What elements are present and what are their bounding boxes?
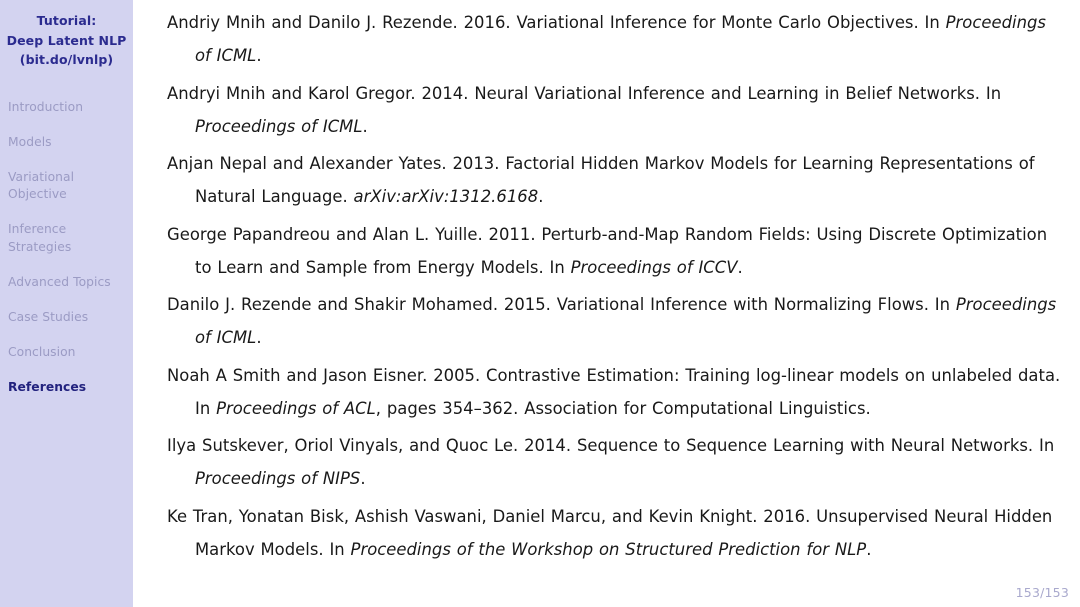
reference-text: . bbox=[737, 257, 743, 277]
sidebar-item-conclusion[interactable]: Conclusion bbox=[8, 344, 129, 362]
sidebar-section-list: Introduction Models Variational Objective I… bbox=[0, 99, 133, 397]
reference-entry: Ilya Sutskever, Oriol Vinyals, and Quoc … bbox=[167, 429, 1062, 495]
reference-text: . bbox=[256, 46, 262, 65]
sidebar-item-advanced-topics[interactable]: Advanced Topics bbox=[8, 274, 129, 292]
reference-text: Andryi Mnih and Karol Gregor. 2014. Neur… bbox=[167, 83, 1002, 103]
reference-venue: Proceedings of NIPS bbox=[195, 469, 361, 488]
page-number: 153/153 bbox=[1015, 585, 1069, 600]
sidebar-navigation: Tutorial: Deep Latent NLP (bit.do/lvnlp) I… bbox=[0, 0, 133, 607]
reference-venue: Proceedings of ICCV bbox=[570, 257, 738, 277]
reference-text: . bbox=[538, 187, 544, 206]
reference-entry: George Papandreou and Alan L. Yuille. 20… bbox=[167, 218, 1062, 284]
reference-entry: Anjan Nepal and Alexander Yates. 2013. F… bbox=[167, 147, 1062, 213]
sidebar-item-introduction[interactable]: Introduction bbox=[8, 99, 129, 117]
reference-text: . bbox=[866, 539, 872, 559]
reference-venue: Proceedings of ICML bbox=[195, 116, 363, 136]
sidebar-item-models[interactable]: Models bbox=[8, 134, 129, 152]
reference-text: Anjan Nepal and Alexander Yates. 2013. F… bbox=[167, 154, 1035, 206]
presentation-slide: Tutorial: Deep Latent NLP (bit.do/lvnlp) I… bbox=[0, 0, 1080, 607]
reference-entry: Danilo J. Rezende and Shakir Mohamed. 20… bbox=[167, 288, 1062, 354]
presentation-title-line-1: Deep Latent NLP bbox=[6, 32, 127, 48]
sidebar-item-variational-objective[interactable]: Variational Objective bbox=[8, 169, 129, 204]
reference-venue: Proceedings of ACL bbox=[216, 398, 376, 418]
reference-venue: arXiv:arXiv:1312.6168 bbox=[353, 187, 539, 206]
reference-text: , pages 354–362. Association for Computa… bbox=[375, 398, 871, 418]
sidebar-item-inference-strategies[interactable]: Inference Strategies bbox=[8, 221, 129, 256]
slide-content: Andriy Mnih and Danilo J. Rezende. 2016.… bbox=[133, 0, 1080, 607]
sidebar-item-case-studies[interactable]: Case Studies bbox=[8, 309, 129, 327]
sidebar-item-references[interactable]: References bbox=[8, 379, 129, 397]
reference-entry: Ke Tran, Yonatan Bisk, Ashish Vaswani, D… bbox=[167, 500, 1062, 566]
reference-text: . bbox=[256, 328, 262, 347]
reference-text: Ilya Sutskever, Oriol Vinyals, and Quoc … bbox=[167, 436, 1055, 455]
reference-entry: Noah A Smith and Jason Eisner. 2005. Con… bbox=[167, 359, 1062, 425]
reference-venue: Proceedings of the Workshop on Structure… bbox=[350, 539, 867, 559]
presentation-title-line-0: Tutorial: bbox=[36, 13, 97, 28]
reference-text: Danilo J. Rezende and Shakir Mohamed. 20… bbox=[167, 295, 956, 314]
presentation-title-line-2: (bit.do/lvnlp) bbox=[19, 52, 114, 67]
reference-text: . bbox=[360, 469, 366, 488]
reference-entry: Andriy Mnih and Danilo J. Rezende. 2016.… bbox=[167, 6, 1062, 72]
references-list: Andriy Mnih and Danilo J. Rezende. 2016.… bbox=[133, 0, 1080, 566]
reference-text: . bbox=[362, 116, 368, 136]
presentation-title[interactable]: Tutorial: Deep Latent NLP (bit.do/lvnlp) bbox=[0, 0, 133, 70]
reference-text: Andriy Mnih and Danilo J. Rezende. 2016.… bbox=[167, 13, 946, 32]
reference-entry: Andryi Mnih and Karol Gregor. 2014. Neur… bbox=[167, 77, 1062, 143]
